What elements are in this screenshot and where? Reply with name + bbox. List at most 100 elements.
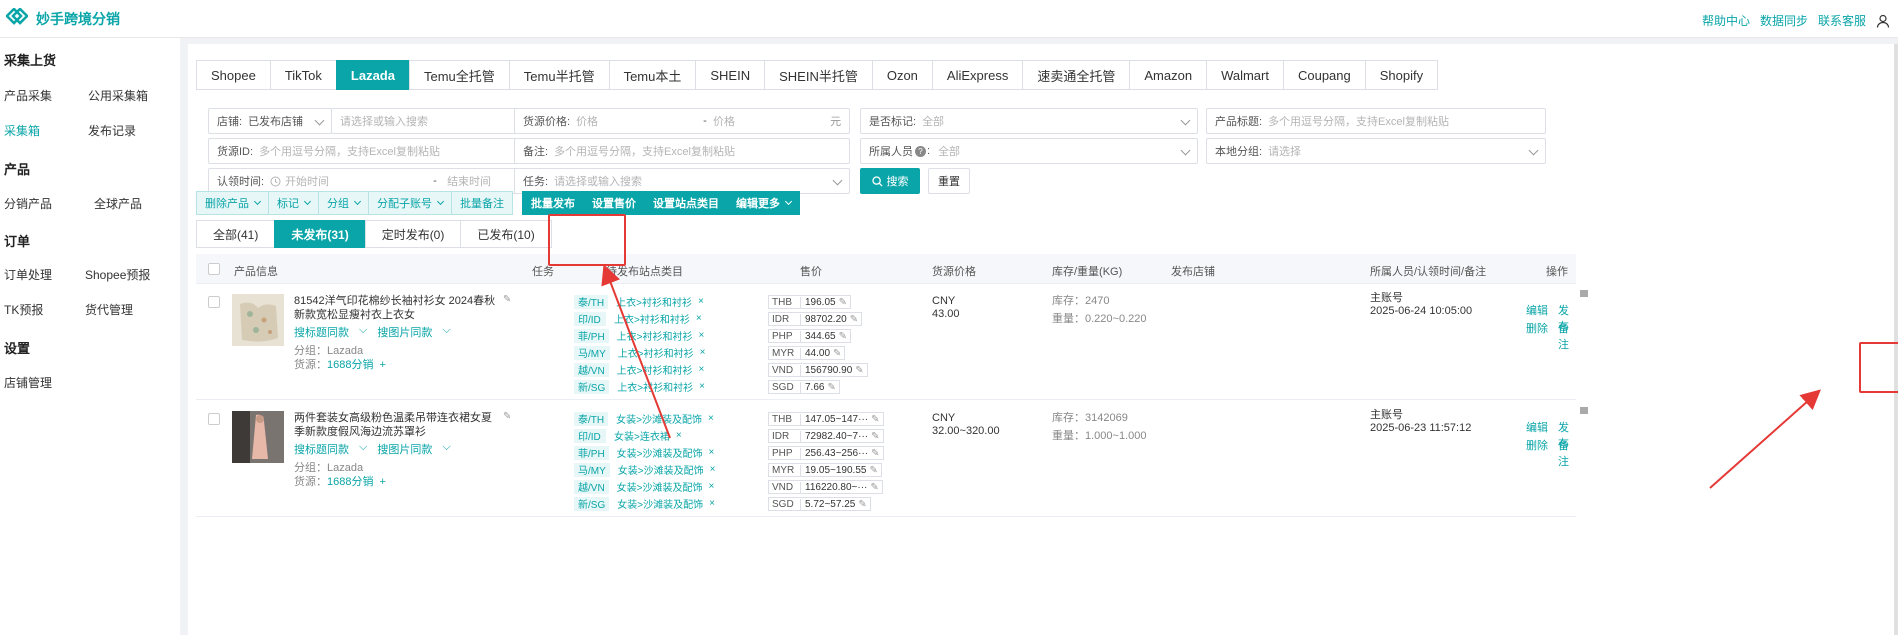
tab-temu-local[interactable]: Temu本土 bbox=[608, 60, 696, 90]
sidebar-item-collect-box[interactable]: 采集箱 bbox=[4, 122, 40, 139]
edit-icon[interactable]: ✎ bbox=[850, 314, 858, 325]
edit-icon[interactable]: ✎ bbox=[869, 465, 877, 476]
batch-remark-button[interactable]: 批量备注 bbox=[451, 191, 513, 215]
edit-icon[interactable]: ✎ bbox=[839, 297, 847, 308]
contact-support-link[interactable]: 联系客服 bbox=[1818, 12, 1866, 29]
sidebar-item-product-collect[interactable]: 产品采集 bbox=[4, 87, 52, 104]
tab-all[interactable]: 全部(41) bbox=[196, 220, 276, 248]
search-image-same-link[interactable]: 搜图片同款 bbox=[377, 441, 432, 457]
remove-icon[interactable]: × bbox=[709, 481, 715, 492]
remove-icon[interactable]: × bbox=[699, 364, 705, 375]
site-category[interactable]: 女装>沙滩装及配饰 bbox=[616, 411, 702, 426]
sidebar-item-shop-management[interactable]: 店铺管理 bbox=[4, 374, 52, 391]
shop-select[interactable]: 店铺: 已发布店铺 bbox=[208, 108, 332, 134]
tab-unpublished[interactable]: 未发布(31) bbox=[274, 220, 366, 248]
tab-lazada[interactable]: Lazada bbox=[335, 60, 409, 90]
tab-shopee[interactable]: Shopee bbox=[196, 60, 270, 90]
add-source-icon[interactable]: + bbox=[379, 476, 385, 488]
site-category[interactable]: 上衣>衬衫和衬衫 bbox=[618, 345, 694, 360]
tab-temu-full[interactable]: Temu全托管 bbox=[408, 60, 509, 90]
claim-start-input[interactable]: 开始时间 bbox=[285, 173, 433, 189]
site-category[interactable]: 女装>沙滩装及配饰 bbox=[617, 496, 703, 511]
site-category[interactable]: 上衣>衬衫和衬衫 bbox=[617, 362, 693, 377]
price-field[interactable]: IDR 72982.40~7··· ✎ bbox=[768, 429, 884, 443]
source-id-input[interactable]: 货源ID: 多个用逗号分隔，支持Excel复制粘贴 bbox=[208, 138, 554, 164]
site-category[interactable]: 上衣>衬衫和衬衫 bbox=[616, 294, 692, 309]
product-title[interactable]: 两件套装女高级粉色温柔吊带连衣裙女夏季新款度假风海边流苏罩衫 bbox=[294, 411, 499, 439]
sidebar-item-forwarder[interactable]: 货代管理 bbox=[85, 301, 133, 318]
price-field[interactable]: PHP 344.65 ✎ bbox=[768, 329, 851, 343]
tab-ozon[interactable]: Ozon bbox=[871, 60, 932, 90]
owner-select[interactable]: 所属人员 ? : 全部 bbox=[860, 138, 1198, 164]
remove-icon[interactable]: × bbox=[709, 447, 715, 458]
sidebar-item-publish-records[interactable]: 发布记录 bbox=[88, 122, 136, 139]
site-category[interactable]: 女装>沙滩装及配饰 bbox=[617, 445, 703, 460]
price-field[interactable]: THB 196.05 ✎ bbox=[768, 295, 851, 309]
delete-button[interactable]: 删除 bbox=[1526, 437, 1548, 453]
remove-icon[interactable]: × bbox=[699, 381, 705, 392]
source-link[interactable]: 1688分销 bbox=[327, 359, 373, 371]
batch-publish-button[interactable]: 批量发布 bbox=[522, 191, 584, 215]
product-thumbnail[interactable] bbox=[232, 411, 284, 463]
remark-button[interactable]: 备注 bbox=[1558, 437, 1576, 469]
price-field[interactable]: VND 116220.80~··· ✎ bbox=[768, 480, 883, 494]
edit-more-button[interactable]: 编辑更多 bbox=[727, 191, 800, 215]
set-site-category-button[interactable]: 设置站点类目 bbox=[644, 191, 728, 215]
remove-icon[interactable]: × bbox=[709, 498, 715, 509]
tab-shopify[interactable]: Shopify bbox=[1364, 60, 1439, 90]
remark-input[interactable]: 备注: 多个用逗号分隔，支持Excel复制粘贴 bbox=[514, 138, 850, 164]
remove-icon[interactable]: × bbox=[698, 296, 704, 307]
edit-title-icon[interactable]: ✎ bbox=[503, 294, 511, 305]
delete-button[interactable]: 删除 bbox=[1526, 320, 1548, 336]
site-category[interactable]: 女装>沙滩装及配饰 bbox=[617, 479, 703, 494]
edit-title-icon[interactable]: ✎ bbox=[503, 411, 511, 422]
edit-icon[interactable]: ✎ bbox=[858, 499, 866, 510]
add-source-icon[interactable]: + bbox=[379, 359, 385, 371]
price-field[interactable]: THB 147.05~147··· ✎ bbox=[768, 412, 884, 426]
flag-icon[interactable] bbox=[1580, 290, 1588, 297]
sidebar-item-public-box[interactable]: 公用采集箱 bbox=[88, 87, 148, 104]
site-category[interactable]: 上衣>衬衫和衬衫 bbox=[617, 379, 693, 394]
sidebar-item-distribution-products[interactable]: 分销产品 bbox=[4, 195, 52, 212]
row-checkbox[interactable] bbox=[208, 296, 220, 308]
flag-icon[interactable] bbox=[1580, 407, 1588, 414]
header-source-price[interactable]: 货源价格 bbox=[932, 263, 976, 279]
help-icon[interactable]: ? bbox=[915, 145, 926, 157]
remove-icon[interactable]: × bbox=[676, 430, 682, 441]
search-button[interactable]: 搜索 bbox=[860, 168, 920, 194]
sidebar-item-global-products[interactable]: 全球产品 bbox=[94, 195, 142, 212]
edit-button[interactable]: 编辑 bbox=[1526, 302, 1548, 318]
header-owner[interactable]: 所属人员/认领时间/备注 bbox=[1370, 263, 1486, 279]
select-all-checkbox[interactable] bbox=[208, 263, 220, 275]
sidebar-item-order-processing[interactable]: 订单处理 bbox=[4, 266, 52, 283]
assign-subaccount-button[interactable]: 分配子账号 bbox=[368, 191, 452, 215]
remove-icon[interactable]: × bbox=[699, 330, 705, 341]
remove-icon[interactable]: × bbox=[696, 313, 702, 324]
edit-icon[interactable]: ✎ bbox=[871, 414, 879, 425]
tab-tiktok[interactable]: TikTok bbox=[269, 60, 336, 90]
site-category[interactable]: 女装>连衣裙 bbox=[614, 428, 670, 443]
source-link[interactable]: 1688分销 bbox=[327, 476, 373, 488]
row-checkbox[interactable] bbox=[208, 413, 220, 425]
price-field[interactable]: MYR 44.00 ✎ bbox=[768, 346, 846, 360]
search-title-same-link[interactable]: 搜标题同款 bbox=[294, 441, 349, 457]
price-min-input[interactable]: 价格 bbox=[576, 113, 703, 129]
tab-coupang[interactable]: Coupang bbox=[1282, 60, 1365, 90]
remove-icon[interactable]: × bbox=[710, 464, 716, 475]
source-price-range[interactable]: 货源价格: 价格 - 价格 元 bbox=[514, 108, 850, 134]
local-group-select[interactable]: 本地分组: 请选择 bbox=[1206, 138, 1546, 164]
price-field[interactable]: SGD 5.72~57.25 ✎ bbox=[768, 497, 871, 511]
edit-icon[interactable]: ✎ bbox=[827, 382, 835, 393]
delete-products-button[interactable]: 删除产品 bbox=[196, 191, 269, 215]
sidebar-item-tk-forecast[interactable]: TK预报 bbox=[4, 301, 43, 318]
help-center-link[interactable]: 帮助中心 bbox=[1702, 12, 1750, 29]
header-stock-weight[interactable]: 库存/重量(KG) bbox=[1052, 263, 1122, 279]
set-price-button[interactable]: 设置售价 bbox=[583, 191, 645, 215]
tab-aliexpress[interactable]: AliExpress bbox=[931, 60, 1023, 90]
search-image-same-link[interactable]: 搜图片同款 bbox=[377, 324, 432, 340]
search-title-same-link[interactable]: 搜标题同款 bbox=[294, 324, 349, 340]
site-category[interactable]: 上衣>衬衫和衬衫 bbox=[614, 311, 690, 326]
tab-shein[interactable]: SHEIN bbox=[695, 60, 765, 90]
reset-button[interactable]: 重置 bbox=[928, 168, 970, 194]
price-field[interactable]: PHP 256.43~256··· ✎ bbox=[768, 446, 884, 460]
